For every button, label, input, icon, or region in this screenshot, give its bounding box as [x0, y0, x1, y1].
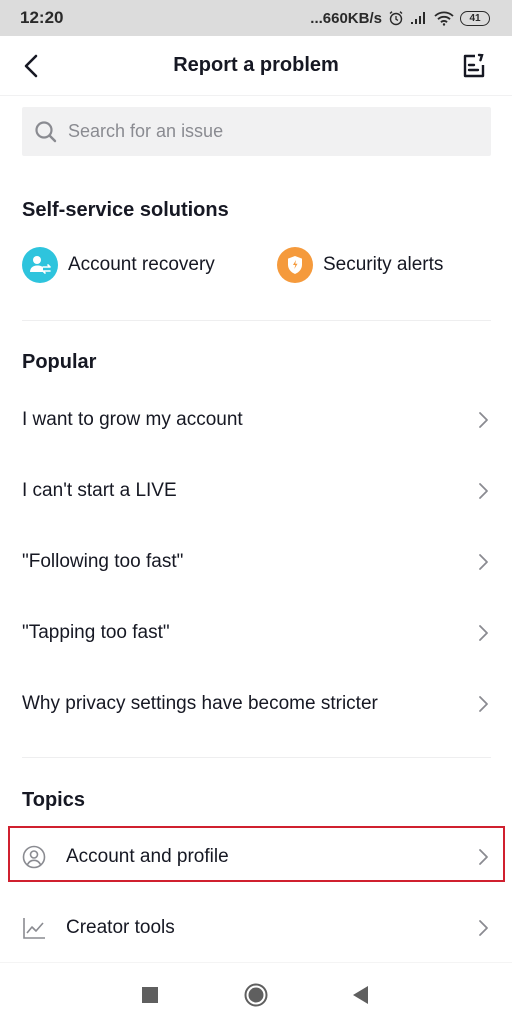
topic-item-account-and-profile[interactable]: Account and profile	[0, 829, 512, 885]
header: Report a problem	[0, 36, 512, 96]
security-alerts-label: Security alerts	[323, 254, 444, 275]
home-button[interactable]	[244, 983, 268, 1007]
account-recovery-label: Account recovery	[68, 254, 215, 275]
status-bar: 12:20 ...660KB/s 41	[0, 0, 512, 36]
network-speed: ...660KB/s	[310, 9, 382, 27]
wifi-icon	[434, 11, 454, 26]
section-title-self-service: Self-service solutions	[22, 199, 229, 221]
self-service-list: Account recovery Security alerts	[22, 247, 443, 283]
chevron-right-icon	[479, 412, 488, 428]
page-title: Report a problem	[173, 54, 339, 76]
popular-item[interactable]: I can't start a LIVE	[0, 461, 512, 521]
popular-item-label: Why privacy settings have become stricte…	[22, 693, 378, 714]
account-recovery-icon	[22, 247, 58, 283]
security-alerts-button[interactable]: Security alerts	[277, 247, 443, 283]
popular-item[interactable]: I want to grow my account	[0, 390, 512, 450]
section-title-popular: Popular	[22, 351, 97, 373]
section-title-topics: Topics	[22, 789, 85, 811]
shield-icon	[277, 247, 313, 283]
popular-item[interactable]: "Tapping too fast"	[0, 603, 512, 663]
topic-item-creator-tools[interactable]: Creator tools	[0, 900, 512, 956]
account-recovery-button[interactable]: Account recovery	[22, 247, 277, 283]
signal-icon	[411, 12, 425, 24]
chevron-right-icon	[479, 849, 488, 865]
chevron-right-icon	[479, 483, 488, 499]
system-nav-bar	[0, 962, 512, 1024]
alarm-icon	[389, 11, 403, 26]
line-chart-icon	[23, 918, 45, 939]
popular-item[interactable]: Why privacy settings have become stricte…	[0, 674, 512, 734]
battery-icon: 41	[460, 10, 490, 26]
chevron-right-icon	[479, 554, 488, 570]
user-circle-icon	[22, 845, 46, 869]
chevron-right-icon	[479, 696, 488, 712]
edit-note-icon[interactable]	[460, 52, 488, 80]
search-input[interactable]	[68, 121, 468, 142]
back-button[interactable]	[20, 52, 44, 80]
divider	[22, 320, 491, 321]
topic-label: Account and profile	[66, 846, 229, 867]
search-bar[interactable]	[22, 107, 491, 156]
search-icon	[35, 120, 57, 142]
popular-item-label: I want to grow my account	[22, 409, 243, 430]
status-indicators: ...660KB/s 41	[310, 10, 490, 27]
popular-item-label: "Tapping too fast"	[22, 622, 170, 643]
back-nav-button[interactable]	[353, 986, 369, 1004]
popular-item-label: I can't start a LIVE	[22, 480, 177, 501]
divider	[22, 757, 491, 758]
topic-label: Creator tools	[66, 917, 175, 938]
popular-item-label: "Following too fast"	[22, 551, 184, 572]
chevron-right-icon	[479, 625, 488, 641]
status-time: 12:20	[20, 8, 64, 27]
chevron-right-icon	[479, 920, 488, 936]
recents-button[interactable]	[142, 987, 158, 1003]
popular-item[interactable]: "Following too fast"	[0, 532, 512, 592]
